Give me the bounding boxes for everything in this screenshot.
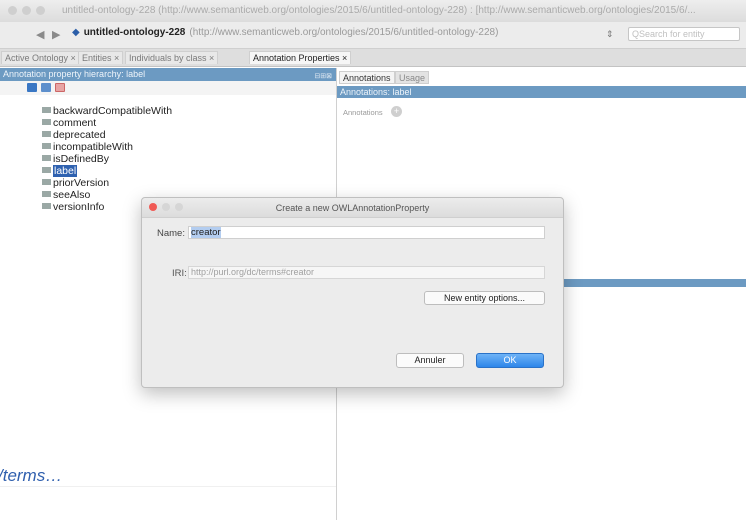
panel-separator: [542, 279, 746, 287]
tree-item-selected[interactable]: label: [42, 165, 78, 177]
property-icon: [42, 119, 51, 125]
ontology-name: untitled-ontology-228: [83, 27, 186, 38]
property-icon: [42, 167, 51, 173]
iri-field[interactable]: http://purl.org/dc/terms#creator: [188, 266, 545, 279]
tab-individuals-by-class[interactable]: Individuals by class ×: [125, 51, 219, 64]
tab-bar: Active Ontology × Entities × Individuals…: [0, 49, 746, 67]
tree-item[interactable]: backwardCompatibleWith: [42, 105, 172, 117]
tree-item[interactable]: priorVersion: [42, 177, 109, 189]
ok-button[interactable]: OK: [476, 353, 544, 368]
property-icon: [42, 107, 51, 113]
iri-label: IRI:: [172, 268, 187, 279]
dialog-title-bar: Create a new OWLAnnotationProperty: [142, 198, 563, 218]
delete-property-icon[interactable]: [55, 83, 65, 92]
tree-item[interactable]: versionInfo: [42, 201, 104, 213]
tab-active-ontology[interactable]: Active Ontology ×: [1, 51, 80, 64]
ontology-icon: ◆: [72, 27, 80, 38]
minimize-window-icon[interactable]: [22, 6, 31, 15]
ontology-iri: (http://www.semanticweb.org/ontologies/2…: [189, 27, 499, 38]
back-arrow-icon[interactable]: ◀: [36, 28, 44, 41]
left-panel-title: Annotation property hierarchy: label: [3, 69, 146, 79]
property-icon: [42, 131, 51, 137]
name-label: Name:: [157, 228, 185, 239]
search-input[interactable]: QSearch for entity: [628, 27, 740, 41]
ontology-selector[interactable]: ◆ untitled-ontology-228 (http://www.semant…: [72, 27, 580, 42]
tab-annotation-properties[interactable]: Annotation Properties ×: [249, 51, 352, 64]
property-icon: [42, 179, 51, 185]
add-subproperty-icon[interactable]: [27, 83, 37, 92]
dialog-title: Create a new OWLAnnotationProperty: [275, 203, 430, 213]
ontology-toolbar: ◀ ▶ ◆ untitled-ontology-228 (http://www.se…: [0, 22, 746, 49]
close-window-icon[interactable]: [8, 6, 17, 15]
tree-item[interactable]: seeAlso: [42, 189, 90, 201]
tab-usage[interactable]: Usage: [395, 71, 430, 84]
divider: [0, 486, 336, 487]
right-panel-header: Annotations: label: [337, 86, 746, 98]
ontology-dropdown-icon[interactable]: ⇕: [606, 29, 614, 40]
name-value: creator: [191, 227, 221, 238]
left-panel-header: Annotation property hierarchy: label ⊟⊞⊠: [0, 68, 336, 81]
name-input[interactable]: creator: [188, 226, 545, 239]
window-title-bar: untitled-ontology-228 (http://www.semant…: [0, 0, 746, 23]
forward-arrow-icon[interactable]: ▶: [52, 28, 60, 41]
add-sibling-icon[interactable]: [41, 83, 51, 92]
window-title: untitled-ontology-228 (http://www.semant…: [62, 5, 696, 16]
annotations-label: Annotations: [343, 108, 383, 117]
property-icon: [42, 143, 51, 149]
hierarchy-toolbar: [0, 81, 336, 95]
add-annotation-icon[interactable]: +: [391, 106, 402, 117]
new-entity-options-button[interactable]: New entity options...: [424, 291, 545, 305]
tab-entities[interactable]: Entities ×: [78, 51, 124, 64]
search-icon: Q: [632, 29, 640, 39]
tree-item[interactable]: incompatibleWith: [42, 141, 133, 153]
cancel-button[interactable]: Annuler: [396, 353, 464, 368]
property-icon: [42, 203, 51, 209]
tree-item[interactable]: deprecated: [42, 129, 106, 141]
property-icon: [42, 155, 51, 161]
zoom-window-icon[interactable]: [36, 6, 45, 15]
property-icon: [42, 191, 51, 197]
overlay-text-fragment: /terms…: [0, 466, 63, 485]
tab-annotations[interactable]: Annotations: [339, 71, 395, 84]
create-annotation-property-dialog: Create a new OWLAnnotationProperty Name:…: [141, 197, 564, 388]
search-placeholder: Search for entity: [639, 29, 705, 39]
tree-item[interactable]: isDefinedBy: [42, 153, 109, 165]
tree-item[interactable]: comment: [42, 117, 96, 129]
